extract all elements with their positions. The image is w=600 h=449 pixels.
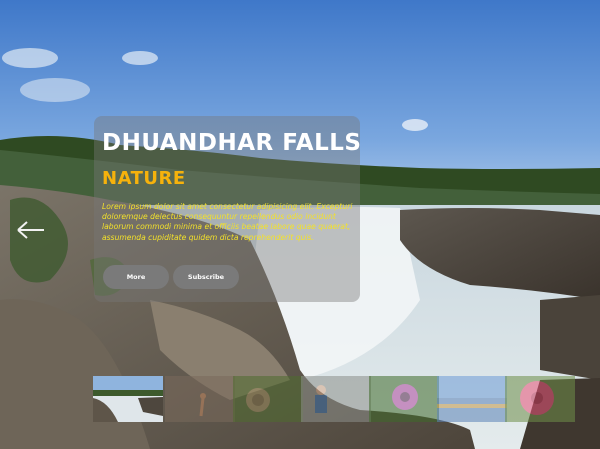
lake-thumbnail[interactable]	[437, 376, 507, 422]
slide-description: Lorem ipsum dolor sit amet consectetur a…	[102, 202, 353, 242]
arrow-left-icon[interactable]	[14, 218, 46, 242]
pink-flower-thumbnail[interactable]	[505, 376, 575, 422]
person-thumbnail[interactable]	[301, 376, 371, 422]
slide-title: DHUANDHAR FALLS	[102, 130, 362, 156]
snail-thumbnail[interactable]	[233, 376, 303, 422]
more-button[interactable]: More	[103, 265, 169, 289]
rock-thumbnail[interactable]	[165, 376, 235, 422]
subscribe-button[interactable]: Subscribe	[173, 265, 239, 289]
slider: DHUANDHAR FALLS NATURE Lorem ipsum dolor…	[0, 0, 600, 449]
slide-subtitle: NATURE	[102, 168, 186, 189]
flower-thumbnail[interactable]	[369, 376, 439, 422]
waterfall-thumbnail[interactable]	[93, 376, 163, 422]
